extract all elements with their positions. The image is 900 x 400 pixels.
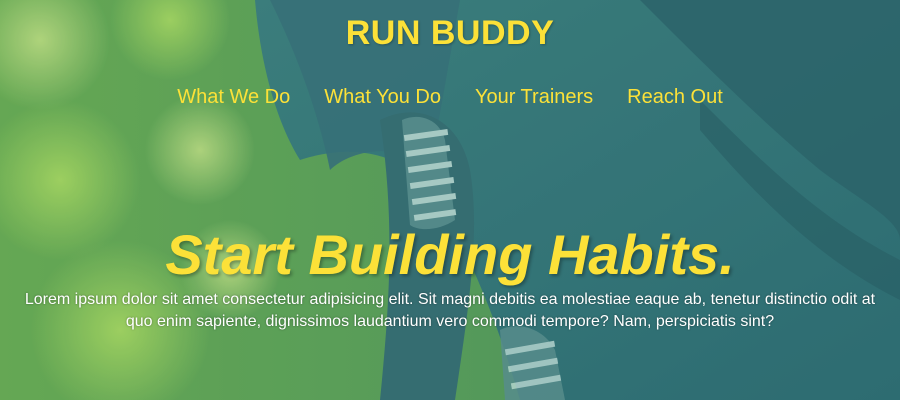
nav-link-reach-out[interactable]: Reach Out (627, 86, 723, 109)
site-title: RUN BUDDY (0, 14, 900, 53)
hero-section: RUN BUDDY What We Do What You Do Your Tr… (0, 0, 900, 400)
hero-headline: Start Building Habits. (165, 223, 735, 286)
nav-link-what-we-do[interactable]: What We Do (177, 86, 290, 109)
nav-link-what-you-do[interactable]: What You Do (324, 86, 441, 109)
site-title-link[interactable]: RUN BUDDY (346, 14, 555, 52)
main-nav: What We Do What You Do Your Trainers Rea… (0, 86, 900, 109)
hero-content: RUN BUDDY What We Do What You Do Your Tr… (0, 0, 900, 400)
nav-link-your-trainers[interactable]: Your Trainers (475, 86, 593, 109)
hero-description: Lorem ipsum dolor sit amet consectetur a… (24, 291, 876, 330)
